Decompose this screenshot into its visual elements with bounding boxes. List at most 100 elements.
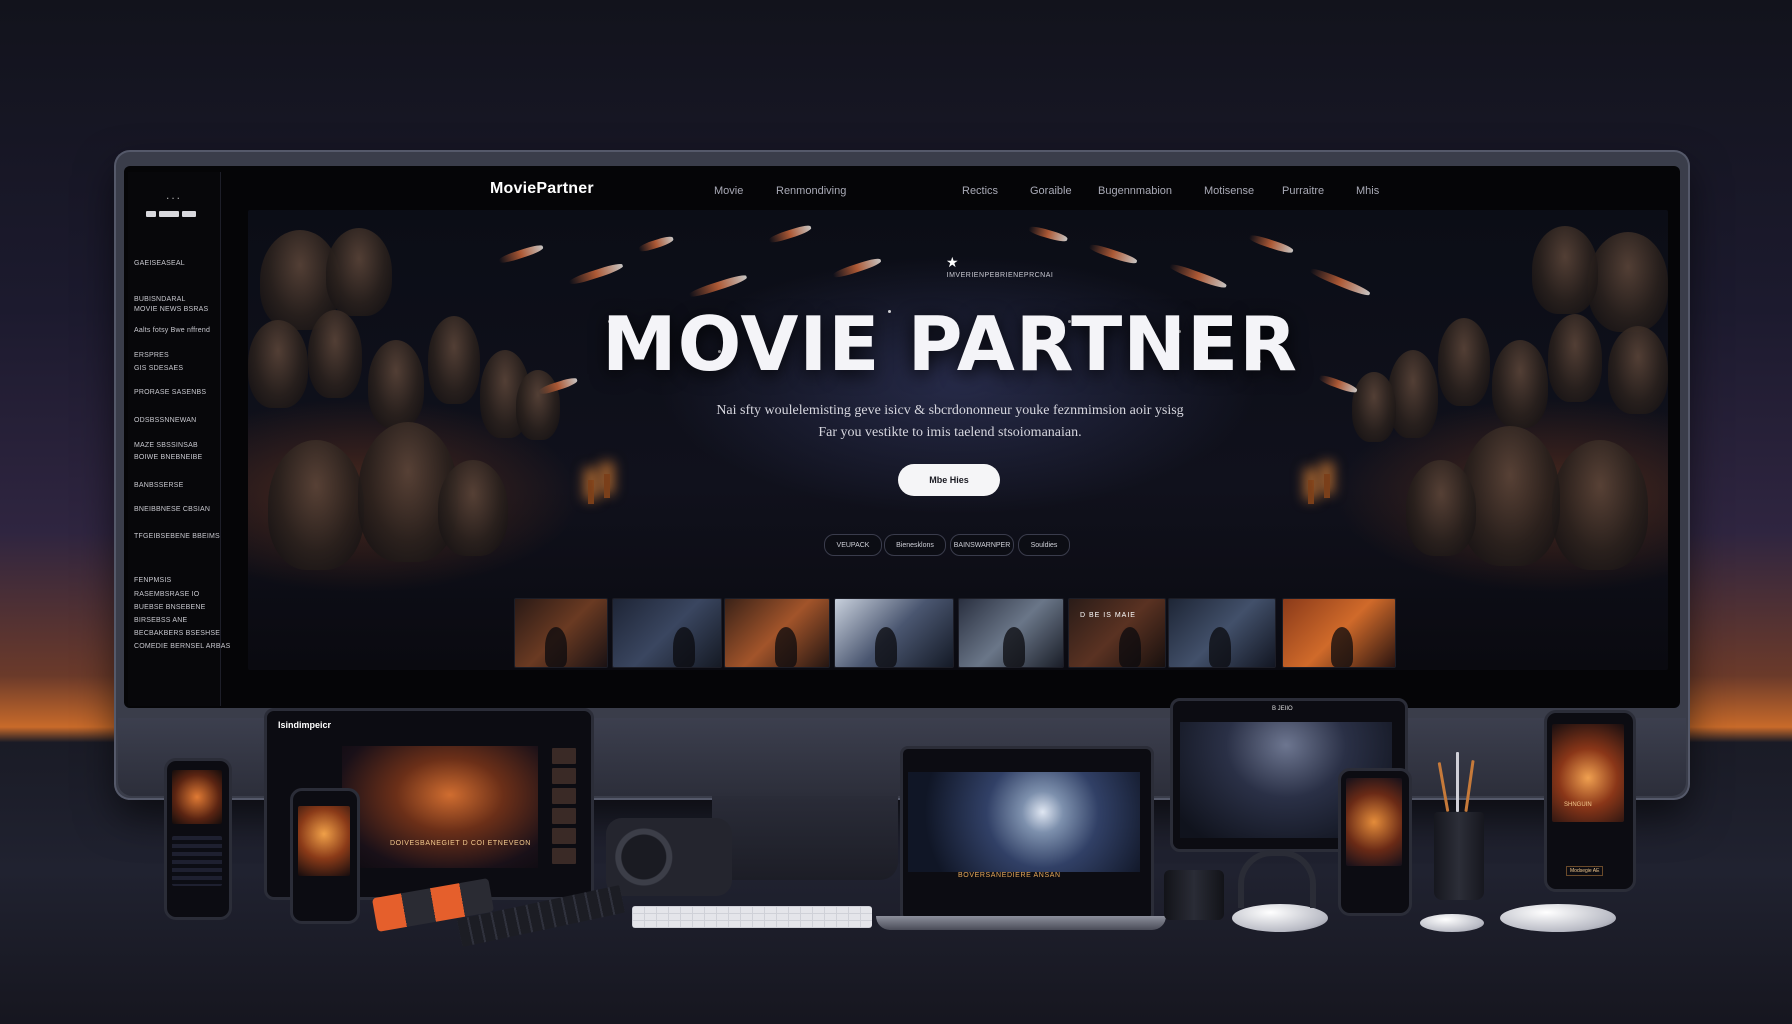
silhouette (673, 627, 695, 667)
nav-link[interactable]: Mhis (1356, 185, 1379, 197)
nav-link[interactable]: Bugennmabion (1098, 185, 1172, 197)
character-figure (1532, 226, 1598, 314)
star-icon: ★ (946, 254, 959, 270)
plane-icon (497, 243, 545, 265)
cta-button[interactable]: Mbe Hies (898, 464, 1000, 496)
mouse-icon (1232, 904, 1328, 932)
plane-icon (1087, 242, 1139, 266)
sidebar-dots-icon[interactable]: ... (166, 188, 182, 202)
character-figure (1492, 340, 1548, 428)
sidebar-item[interactable]: Aalts fotsy Bwe nffrend (134, 327, 210, 334)
character-figure (1608, 326, 1668, 414)
sidebar-item[interactable]: BANBSSERSE (134, 482, 183, 489)
character-figure (268, 440, 364, 570)
candle-icon (1308, 480, 1314, 504)
logo-bar (146, 211, 156, 217)
pencil-cup (1434, 812, 1484, 900)
phone-button[interactable]: Modsegie AE (1566, 866, 1604, 876)
genre-pill[interactable]: VEUPACK (824, 534, 882, 556)
movie-thumbnail[interactable] (514, 598, 608, 668)
candle-icon (1324, 474, 1330, 498)
plane-icon (1308, 266, 1372, 298)
genre-pill[interactable]: Souldies (1018, 534, 1070, 556)
tablet-thumbnail (552, 848, 576, 864)
phone-hero-image (172, 770, 222, 824)
silhouette (1331, 627, 1353, 667)
sidebar-item[interactable]: TFGEIBSEBENE BBEIMS (134, 533, 220, 540)
character-figure (1388, 350, 1438, 438)
sidebar-item[interactable]: BOIWE BNEBNEIBE (134, 454, 202, 461)
tablet-caption: DOIVESBANEGIET D COI ETNEVEON (390, 840, 531, 847)
character-figure (308, 310, 362, 398)
plane-icon (637, 234, 675, 254)
brand-logo[interactable]: MoviePartner (490, 180, 594, 198)
movie-thumbnail[interactable] (1282, 598, 1396, 668)
nav-link[interactable]: Purraitre (1282, 185, 1324, 197)
sidebar-item[interactable]: COMEDIE BERNSEL ARBAS (134, 643, 231, 650)
silhouette (545, 627, 567, 667)
nav-link[interactable]: Goraible (1030, 185, 1072, 197)
candle-icon (588, 480, 594, 504)
silhouette (1119, 627, 1141, 667)
character-figure (1552, 440, 1648, 570)
pencil-icon (1456, 752, 1459, 812)
movie-thumbnail[interactable] (958, 598, 1064, 668)
sidebar-item[interactable]: RASEMBSRASE IO (134, 591, 199, 598)
hero-kicker: IMVERIENPEBRIENEPRCNAI (946, 272, 1054, 279)
sidebar-item[interactable]: BNEIBBNESE CBSIAN (134, 506, 210, 513)
mouse-icon (1500, 904, 1616, 932)
character-figure (428, 316, 480, 404)
hero-subtitle: Far you vestikte to imis taelend stsoiom… (818, 425, 1082, 440)
plane-icon (1247, 233, 1295, 255)
tablet-thumbnail (552, 788, 576, 804)
sidebar-logo[interactable] (146, 208, 200, 220)
character-figure (516, 370, 560, 440)
candle-icon (604, 474, 610, 498)
nav-link[interactable]: Rectics (962, 185, 998, 197)
sidebar-item[interactable]: ODSBSSNNEWAN (134, 417, 196, 424)
genre-pill[interactable]: Bienesklons (884, 534, 946, 556)
movie-thumbnail[interactable] (834, 598, 954, 668)
phone-caption: SHNGUIN (1564, 802, 1592, 808)
sidebar-item[interactable]: ERSPRES (134, 352, 169, 359)
camera-icon (606, 818, 732, 896)
tablet-thumbnail (552, 748, 576, 764)
mouse-icon (1420, 914, 1484, 932)
movie-thumbnail[interactable] (724, 598, 830, 668)
sidebar-item[interactable]: PRORASE SASENBS (134, 389, 206, 396)
tablet-logo: Isindimpeicr (278, 720, 332, 730)
plane-icon (568, 261, 624, 287)
laptop-hero-image (908, 772, 1140, 872)
sidebar-item[interactable]: GIS SDESAES (134, 365, 183, 372)
sidebar-item[interactable]: MOVIE NEWS BSRAS (134, 306, 208, 313)
movie-thumbnail[interactable] (1068, 598, 1166, 668)
thumbnail-caption: D BE IS MAIE (1080, 612, 1136, 619)
hero-title: MOVIE PARTNER (601, 300, 1299, 388)
sidebar-item[interactable]: MAZE SBSSINSAB (134, 442, 198, 449)
phone-list (172, 836, 222, 886)
laptop-caption: BOVERSANEDIERE ANSAN (958, 872, 1061, 879)
phone-hero-image (298, 806, 350, 876)
plane-icon (767, 223, 813, 245)
nav-link[interactable]: Renmondiving (776, 185, 846, 197)
speaker-icon (1164, 870, 1224, 920)
silhouette (1003, 627, 1025, 667)
genre-pill[interactable]: BAINSWARNPER (950, 534, 1014, 556)
nav-link[interactable]: Motisense (1204, 185, 1254, 197)
tablet-thumbnail (552, 808, 576, 824)
sidebar-item[interactable]: BIRSEBSS ANE (134, 617, 187, 624)
tablet-thumbnail (552, 768, 576, 784)
nav-link-movie[interactable]: Movie (714, 185, 743, 197)
sidebar-item[interactable]: FENPMSIS (134, 577, 171, 584)
character-figure (1352, 372, 1396, 442)
sidebar-item[interactable]: BECBAKBERS BSESHSE (134, 630, 220, 637)
character-figure (1548, 314, 1602, 402)
sidebar-item[interactable]: BUBISNDARAL (134, 296, 186, 303)
movie-thumbnail[interactable] (1168, 598, 1276, 668)
sidebar-item[interactable]: BUEBSE BNSEBENE (134, 604, 205, 611)
sidebar-item[interactable]: GAEISEASEAL (134, 260, 185, 267)
plane-icon (1027, 224, 1069, 244)
movie-thumbnail[interactable] (612, 598, 722, 668)
sidebar (128, 172, 221, 706)
silhouette (775, 627, 797, 667)
